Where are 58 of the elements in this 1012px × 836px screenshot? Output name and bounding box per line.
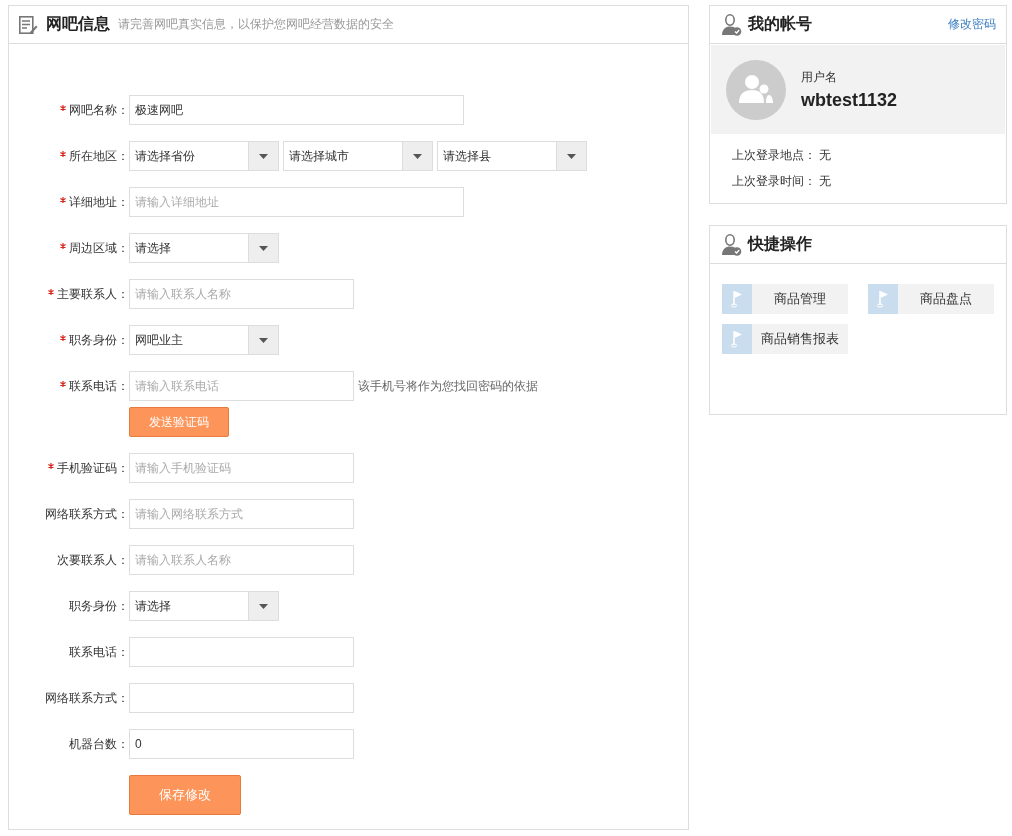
flag-icon: [731, 330, 743, 348]
input-field[interactable]: [129, 683, 354, 713]
select-field[interactable]: 网吧业主: [129, 325, 279, 355]
input-field[interactable]: 请输入联系电话: [129, 371, 354, 401]
field-label: 机器台数：: [69, 735, 129, 753]
user-check-icon: [722, 13, 742, 36]
change-password-link[interactable]: 修改密码: [948, 16, 996, 33]
select-field[interactable]: 请选择县: [437, 141, 587, 171]
form-edit-icon: [19, 15, 38, 34]
field-label: 次要联系人：: [57, 551, 129, 569]
select-field[interactable]: 请选择城市: [283, 141, 433, 171]
avatar-icon: [726, 59, 786, 120]
input-field[interactable]: 极速网吧: [129, 95, 464, 125]
panel-subtitle: 请完善网吧真实信息，以保护您网吧经营数据的安全: [118, 16, 394, 33]
dropdown-arrow-icon: [259, 245, 268, 251]
field-label: 所在地区：: [69, 147, 129, 165]
dropdown-arrow-icon: [567, 153, 576, 159]
flag-icon: [731, 290, 743, 308]
select-field[interactable]: 请选择: [129, 591, 279, 621]
input-field[interactable]: 0: [129, 729, 354, 759]
dropdown-arrow-icon: [259, 603, 268, 609]
input-field[interactable]: [129, 637, 354, 667]
panel-title: 快捷操作: [748, 234, 812, 254]
input-field[interactable]: 请输入联系人名称: [129, 545, 354, 575]
info-value: 无: [819, 148, 832, 162]
field-label: 网络联系方式：: [45, 689, 129, 707]
dropdown-arrow-icon: [259, 337, 268, 343]
info-label: 上次登录地点：: [732, 148, 816, 162]
field-label: 网络联系方式：: [45, 505, 129, 523]
input-field[interactable]: 请输入联系人名称: [129, 279, 354, 309]
field-label: 职务身份：: [69, 331, 129, 349]
field-label: 详细地址：: [69, 193, 129, 211]
field-label: 职务身份：: [69, 597, 129, 615]
input-field[interactable]: 请输入网络联系方式: [129, 499, 354, 529]
field-label: 手机验证码：: [57, 459, 129, 477]
field-hint: 该手机号将作为您找回密码的依据: [358, 377, 538, 395]
field-label: 网吧名称：: [69, 101, 129, 119]
panel-title: 我的帐号: [748, 14, 812, 34]
panel-title: 网吧信息: [46, 14, 110, 34]
field-label: 周边区域：: [69, 239, 129, 257]
info-value: 无: [819, 174, 832, 188]
dropdown-arrow-icon: [413, 153, 422, 159]
field-label: 联系电话：: [69, 643, 129, 661]
username-label: 用户名: [801, 69, 837, 84]
shortcut-button[interactable]: 商品盘点: [868, 284, 994, 314]
flag-icon: [877, 290, 889, 308]
field-label: 主要联系人：: [57, 285, 129, 303]
select-field[interactable]: 请选择省份: [129, 141, 279, 171]
input-field[interactable]: 请输入详细地址: [129, 187, 464, 217]
username: wbtest1132: [801, 89, 898, 111]
shortcut-button[interactable]: 商品销售报表: [722, 324, 848, 354]
dropdown-arrow-icon: [259, 153, 268, 159]
field-label: 联系电话：: [69, 377, 129, 395]
info-label: 上次登录时间：: [732, 174, 816, 188]
user-check-icon: [722, 233, 742, 256]
shortcut-button[interactable]: 商品管理: [722, 284, 848, 314]
input-field[interactable]: 请输入手机验证码: [129, 453, 354, 483]
select-field[interactable]: 请选择: [129, 233, 279, 263]
